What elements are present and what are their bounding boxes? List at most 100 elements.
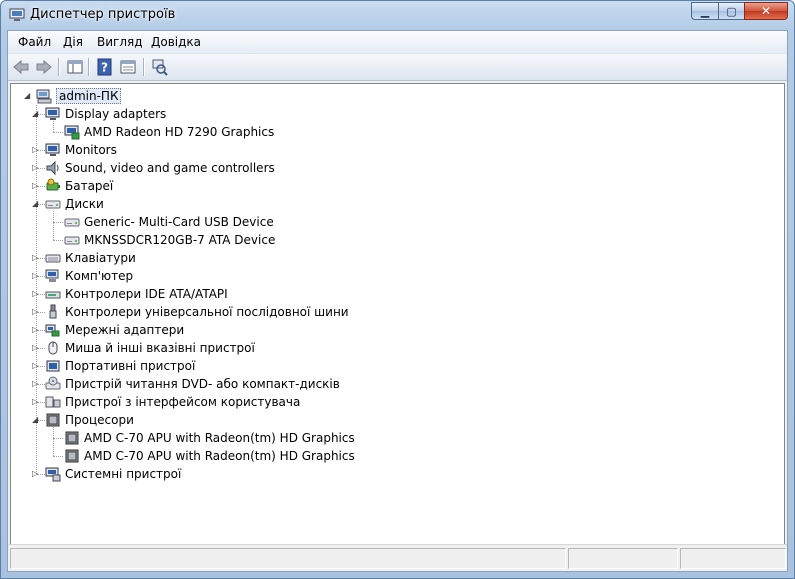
tree-category[interactable]: Контролери IDE ATA/ATAPI bbox=[45, 285, 228, 303]
monitor-icon bbox=[45, 107, 60, 120]
tree-connector bbox=[53, 211, 54, 240]
collapse-icon[interactable]: ◢ bbox=[32, 416, 40, 424]
client-area: Файл Дія Вигляд Довідка ? ◢ admin-ПК ◢ D… bbox=[7, 30, 788, 572]
tree-category-label: Миша й інші вказівні пристрої bbox=[65, 341, 255, 355]
tree-category[interactable]: Миша й інші вказівні пристрої bbox=[45, 339, 255, 357]
scan-hardware-icon[interactable] bbox=[151, 58, 169, 76]
network-adapter-icon bbox=[45, 324, 60, 337]
collapse-icon[interactable]: ◢ bbox=[24, 92, 32, 100]
disk-drive-icon bbox=[64, 236, 80, 245]
tree-category[interactable]: Портативні пристрої bbox=[45, 357, 195, 375]
status-cell-3 bbox=[680, 548, 786, 569]
tree-category-label: Процесори bbox=[65, 413, 134, 427]
menu-help[interactable]: Довідка bbox=[151, 35, 201, 49]
expand-icon[interactable]: ▷ bbox=[32, 362, 40, 370]
tree-root-label: admin-ПК bbox=[56, 88, 122, 104]
maximize-icon: ▢ bbox=[726, 4, 737, 18]
tree-category-label: Контролери універсальної послідовної шин… bbox=[65, 305, 349, 319]
tree-category[interactable]: Клавіатури bbox=[45, 249, 136, 267]
tree-category[interactable]: Контролери універсальної послідовної шин… bbox=[45, 303, 349, 321]
battery-icon bbox=[46, 178, 60, 191]
tree-category-label: Портативні пристрої bbox=[65, 359, 196, 373]
monitor-icon bbox=[45, 143, 60, 156]
hid-icon bbox=[45, 396, 61, 408]
device-tree[interactable]: ◢ admin-ПК ◢ Display adapters AMD Radeon H… bbox=[10, 83, 785, 547]
mouse-icon bbox=[48, 341, 58, 355]
menu-view[interactable]: Вигляд bbox=[97, 35, 143, 49]
tree-connector bbox=[53, 240, 63, 241]
expand-icon[interactable]: ▷ bbox=[32, 272, 40, 280]
close-icon: ✕ bbox=[760, 4, 772, 18]
display-adapter-icon bbox=[64, 125, 80, 140]
tree-category-label: Батареї bbox=[65, 179, 114, 193]
expand-icon[interactable]: ▷ bbox=[32, 146, 40, 154]
properties-icon[interactable] bbox=[119, 58, 137, 76]
expand-icon[interactable]: ▷ bbox=[32, 398, 40, 406]
expand-icon[interactable]: ▷ bbox=[32, 308, 40, 316]
tree-device[interactable]: MKNSSDCR120GB-7 ATA Device bbox=[64, 231, 275, 249]
tree-category-label: Display adapters bbox=[65, 107, 167, 121]
disk-drive-icon bbox=[45, 200, 61, 209]
expand-icon[interactable]: ▷ bbox=[32, 290, 40, 298]
tree-connector bbox=[53, 132, 63, 133]
status-bar bbox=[8, 544, 787, 571]
maximize-button[interactable]: ▢ bbox=[718, 2, 744, 20]
menu-action[interactable]: Дія bbox=[63, 35, 83, 49]
tree-category-label: Контролери IDE ATA/ATAPI bbox=[65, 287, 228, 301]
tree-category[interactable]: Пристрій читання DVD- або компакт-дисків bbox=[45, 375, 340, 393]
tree-device-label: AMD Radeon HD 7290 Graphics bbox=[84, 125, 275, 139]
tree-device-label: MKNSSDCR120GB-7 ATA Device bbox=[84, 233, 276, 247]
tree-root[interactable]: ◢ admin-ПК bbox=[24, 87, 122, 105]
toolbar-separator bbox=[88, 58, 90, 76]
tree-category-label: Мережні адаптери bbox=[65, 323, 185, 337]
expand-icon[interactable]: ▷ bbox=[32, 254, 40, 262]
tree-device[interactable]: AMD Radeon HD 7290 Graphics bbox=[64, 123, 274, 141]
expand-icon[interactable]: ▷ bbox=[32, 380, 40, 388]
help-icon[interactable]: ? bbox=[96, 58, 114, 76]
tree-category[interactable]: Sound, video and game controllers bbox=[45, 159, 275, 177]
menu-bar: Файл Дія Вигляд Довідка bbox=[8, 31, 787, 54]
svg-text:?: ? bbox=[101, 61, 108, 75]
tree-category[interactable]: Процесори bbox=[45, 411, 134, 429]
speaker-icon bbox=[46, 160, 59, 176]
tree-category[interactable]: Пристрої з інтерфейсом користувача bbox=[45, 393, 300, 411]
tree-category[interactable]: Monitors bbox=[45, 141, 117, 159]
back-arrow-icon[interactable] bbox=[12, 58, 30, 76]
keyboard-icon bbox=[45, 254, 61, 263]
tree-device[interactable]: AMD C-70 APU with Radeon(tm) HD Graphics bbox=[64, 429, 355, 447]
minimize-button[interactable]: ▁ bbox=[691, 2, 718, 20]
close-button[interactable]: ✕ bbox=[744, 2, 788, 20]
tree-connector bbox=[53, 438, 63, 439]
tree-category-label: Системні пристрої bbox=[65, 467, 182, 481]
status-cell-main bbox=[10, 548, 566, 569]
computer-icon bbox=[45, 269, 59, 282]
tree-category-label: Клавіатури bbox=[65, 251, 136, 265]
tree-device[interactable]: Generic- Multi-Card USB Device bbox=[64, 213, 274, 231]
expand-icon[interactable]: ▷ bbox=[32, 326, 40, 334]
toolbar-separator bbox=[58, 58, 60, 76]
tree-category[interactable]: Батареї bbox=[45, 177, 113, 195]
tree-device[interactable]: AMD C-70 APU with Radeon(tm) HD Graphics bbox=[64, 447, 355, 465]
tree-category-label: Sound, video and game controllers bbox=[65, 161, 275, 175]
collapse-icon[interactable]: ◢ bbox=[32, 110, 40, 118]
tree-category-label: Monitors bbox=[65, 143, 117, 157]
tree-category[interactable]: Комп'ютер bbox=[45, 267, 133, 285]
show-hide-console-tree-icon[interactable] bbox=[66, 58, 84, 76]
tree-category-label: Пристрій читання DVD- або компакт-дисків bbox=[65, 377, 340, 391]
expand-icon[interactable]: ▷ bbox=[32, 182, 40, 190]
portable-device-icon bbox=[46, 360, 60, 372]
tree-category[interactable]: Системні пристрої bbox=[45, 465, 181, 483]
forward-arrow-icon[interactable] bbox=[35, 58, 53, 76]
tree-device-label: Generic- Multi-Card USB Device bbox=[84, 215, 274, 229]
title-bar[interactable]: Диспетчер пристроїв ▁ ▢ ✕ bbox=[1, 1, 794, 29]
tree-category[interactable]: Мережні адаптери bbox=[45, 321, 184, 339]
menu-file[interactable]: Файл bbox=[18, 35, 51, 49]
expand-icon[interactable]: ▷ bbox=[32, 344, 40, 352]
status-cell-2 bbox=[568, 548, 678, 569]
processor-icon bbox=[46, 413, 60, 427]
expand-icon[interactable]: ▷ bbox=[32, 470, 40, 478]
collapse-icon[interactable]: ◢ bbox=[32, 200, 40, 208]
expand-icon[interactable]: ▷ bbox=[32, 164, 40, 172]
device-manager-icon bbox=[9, 8, 25, 21]
tree-category[interactable]: Display adapters bbox=[45, 105, 166, 123]
